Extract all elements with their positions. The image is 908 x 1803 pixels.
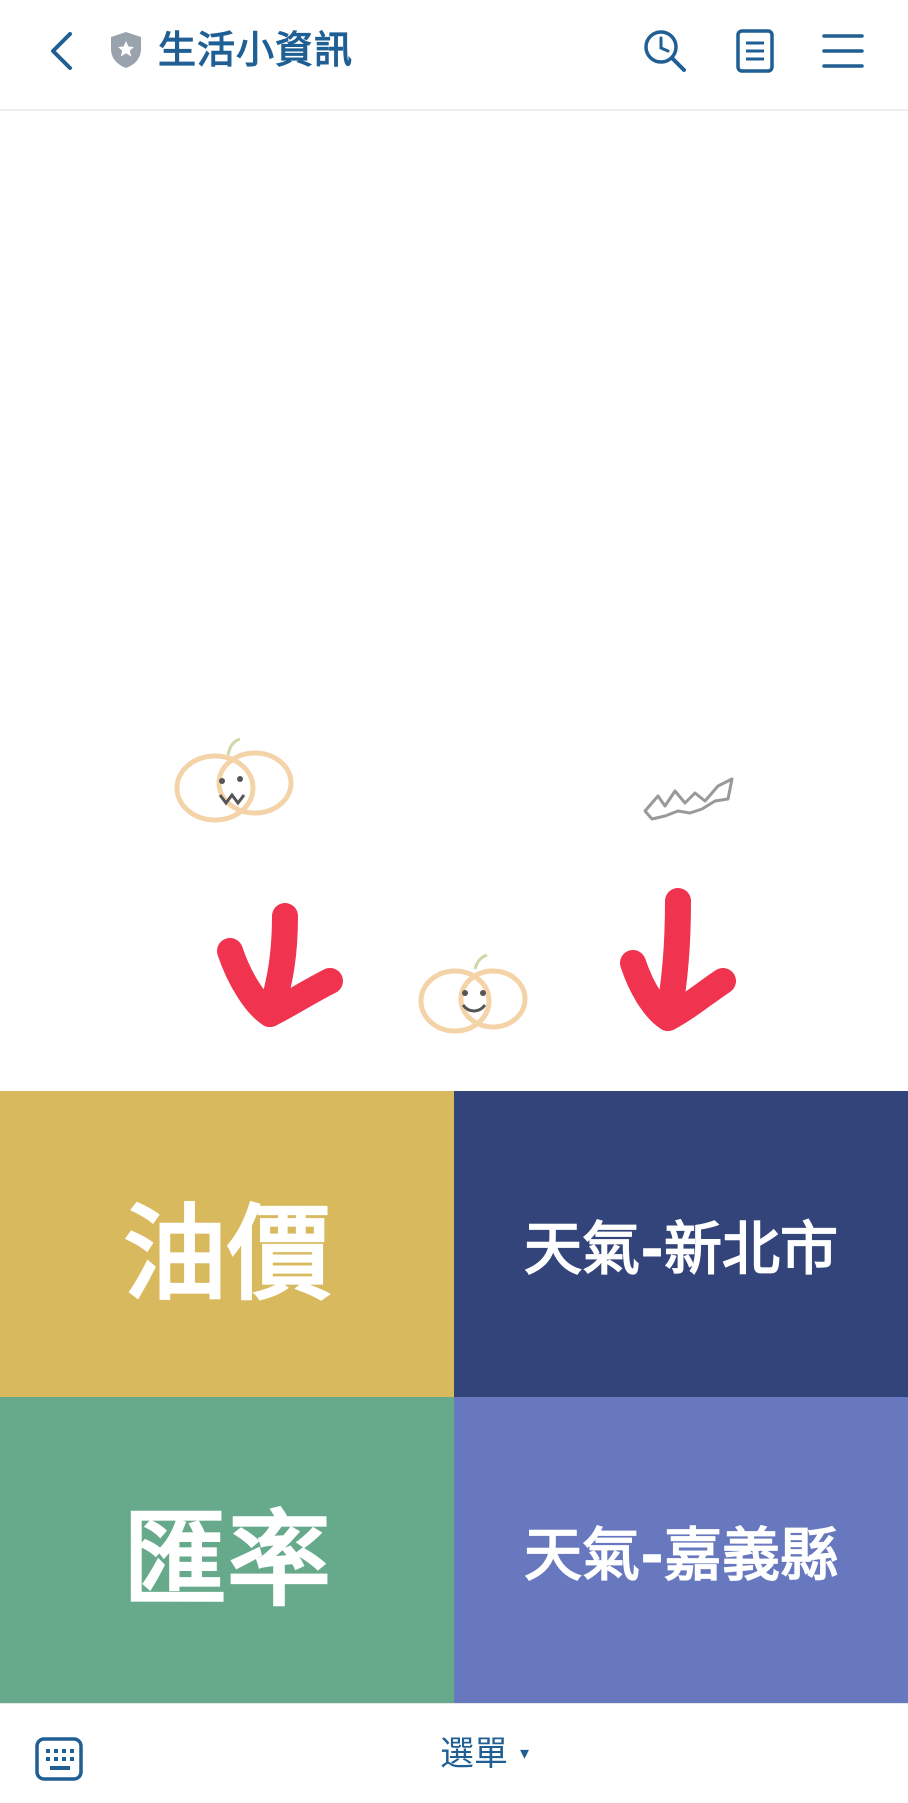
note-icon	[736, 29, 774, 73]
menu-tile-label: 天氣-嘉義縣	[523, 1521, 839, 1589]
menu-tile-weather-chiayi[interactable]: 天氣-嘉義縣	[454, 1397, 908, 1703]
menu-toggle-button[interactable]: 選單 ▾	[440, 1726, 529, 1782]
menu-tile-weather-new-taipei[interactable]: 天氣-新北市	[454, 1091, 908, 1397]
keyboard-button[interactable]	[34, 1736, 84, 1782]
menu-button[interactable]	[818, 26, 868, 76]
arrow-down-icon	[620, 888, 736, 1031]
keyboard-icon	[35, 1737, 83, 1781]
bottom-bar: 選單 ▾	[0, 1703, 908, 1803]
chat-header: 生活小資訊	[0, 0, 908, 111]
back-button[interactable]	[38, 26, 88, 76]
hamburger-menu-icon	[822, 34, 864, 68]
chevron-left-icon	[51, 32, 72, 70]
search-button[interactable]	[640, 26, 690, 76]
menu-tile-label: 油價	[122, 1192, 331, 1315]
clock-search-icon	[644, 30, 686, 72]
pumpkin-doodle-icon	[418, 953, 528, 1034]
menu-tile-label: 天氣-新北市	[523, 1215, 839, 1283]
menu-toggle-label: 選單	[440, 1734, 508, 1774]
chat-area	[0, 111, 908, 1091]
caret-down-icon: ▾	[520, 1743, 530, 1764]
menu-tile-exchange-rate[interactable]: 匯率	[0, 1397, 454, 1703]
arrow-down-left-icon	[217, 903, 343, 1027]
notes-button[interactable]	[730, 26, 780, 76]
chat-title: 生活小資訊	[158, 28, 354, 72]
bat-doodle-icon	[643, 777, 734, 821]
menu-tile-label: 匯率	[122, 1498, 331, 1621]
pumpkin-doodle-icon	[174, 737, 294, 823]
menu-tile-oil-price[interactable]: 油價	[0, 1091, 454, 1397]
shield-star-icon	[108, 30, 144, 70]
rich-menu: 油價 天氣-新北市 匯率 天氣-嘉義縣	[0, 1091, 908, 1703]
